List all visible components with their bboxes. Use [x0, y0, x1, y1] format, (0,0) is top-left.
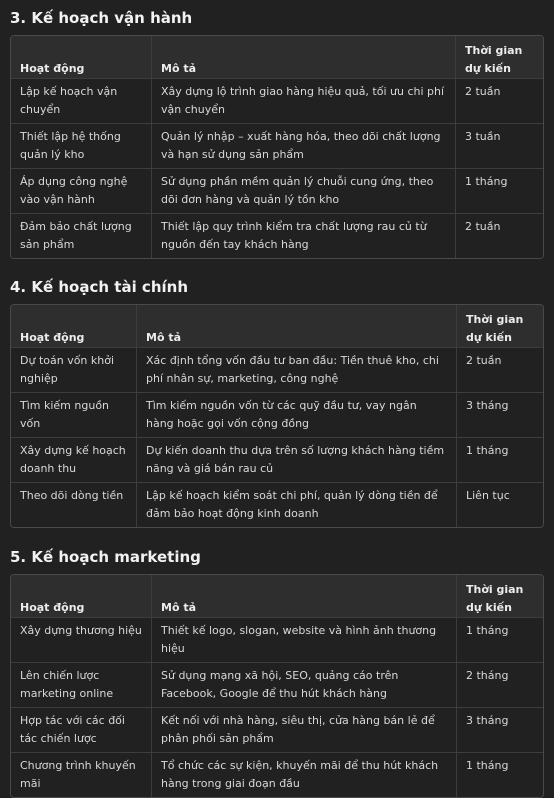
table-cell: 2 tuần: [457, 348, 543, 393]
table-cell: Sử dụng mạng xã hội, SEO, quảng cáo trên…: [152, 663, 457, 708]
column-header: Thời gian dự kiến: [456, 36, 543, 79]
table-cell: 1 tháng: [456, 169, 543, 214]
table-cell: Lên chiến lược marketing online: [11, 663, 152, 708]
table-cell: Liên tục: [457, 483, 543, 527]
table-cell: Áp dụng công nghệ vào vận hành: [11, 169, 152, 214]
table-header-row: Hoạt động Mô tả Thời gian dự kiến: [11, 575, 543, 618]
table-cell: Sử dụng phần mềm quản lý chuỗi cung ứng,…: [152, 169, 456, 214]
column-header: Hoạt động: [11, 36, 152, 79]
table-cell: 3 tuần: [456, 124, 543, 169]
table-cell: Xây dựng lộ trình giao hàng hiệu quả, tố…: [152, 79, 456, 124]
table-row: Theo dõi dòng tiền Lập kế hoạch kiểm soá…: [11, 483, 543, 527]
table-cell: Xây dựng kế hoạch doanh thu: [11, 438, 137, 483]
table-cell: Hợp tác với các đối tác chiến lược: [11, 708, 152, 753]
table-row: Xây dựng kế hoạch doanh thu Dự kiến doan…: [11, 438, 543, 483]
table-row: Lên chiến lược marketing online Sử dụng …: [11, 663, 543, 708]
column-header: Mô tả: [137, 305, 457, 348]
table-cell: Dự toán vốn khởi nghiệp: [11, 348, 137, 393]
table-cell: Xác định tổng vốn đầu tư ban đầu: Tiền t…: [137, 348, 457, 393]
table-cell: Quản lý nhập – xuất hàng hóa, theo dõi c…: [152, 124, 456, 169]
table-cell: 3 tháng: [457, 708, 543, 753]
table-header-row: Hoạt động Mô tả Thời gian dự kiến: [11, 36, 543, 79]
column-header: Thời gian dự kiến: [457, 575, 543, 618]
financial-plan-table: Hoạt động Mô tả Thời gian dự kiến Dự toá…: [10, 304, 544, 528]
marketing-plan-table: Hoạt động Mô tả Thời gian dự kiến Xây dự…: [10, 574, 544, 798]
table-cell: 3 tháng: [457, 393, 543, 438]
table-cell: Dự kiến doanh thu dựa trên số lượng khác…: [137, 438, 457, 483]
document: 3. Kế hoạch vận hành Hoạt động Mô tả Thờ…: [0, 0, 554, 798]
column-header: Mô tả: [152, 36, 456, 79]
section-title: 3. Kế hoạch vận hành: [10, 9, 193, 27]
table-cell: 2 tuần: [456, 79, 543, 124]
table-cell: 1 tháng: [457, 753, 543, 797]
column-header: Hoạt động: [11, 305, 137, 348]
table-cell: Lập kế hoạch vận chuyển: [11, 79, 152, 124]
table-row: Hợp tác với các đối tác chiến lược Kết n…: [11, 708, 543, 753]
table-cell: 1 tháng: [457, 618, 543, 663]
column-header: Thời gian dự kiến: [457, 305, 543, 348]
table-cell: Chương trình khuyến mãi: [11, 753, 152, 797]
column-header: Hoạt động: [11, 575, 152, 618]
table-cell: Thiết lập hệ thống quản lý kho: [11, 124, 152, 169]
table-cell: 2 tuần: [456, 214, 543, 258]
table-cell: Xây dựng thương hiệu: [11, 618, 152, 663]
table-row: Thiết lập hệ thống quản lý kho Quản lý n…: [11, 124, 543, 169]
table-cell: Đảm bảo chất lượng sản phẩm: [11, 214, 152, 258]
section-title: 5. Kế hoạch marketing: [10, 548, 201, 566]
section-title: 4. Kế hoạch tài chính: [10, 278, 189, 296]
table-cell: 1 tháng: [457, 438, 543, 483]
table-cell: Thiết lập quy trình kiểm tra chất lượng …: [152, 214, 456, 258]
operations-plan-table: Hoạt động Mô tả Thời gian dự kiến Lập kế…: [10, 35, 544, 259]
column-header: Mô tả: [152, 575, 457, 618]
table-row: Xây dựng thương hiệu Thiết kế logo, slog…: [11, 618, 543, 663]
table-cell: Theo dõi dòng tiền: [11, 483, 137, 527]
table-cell: Kết nối với nhà hàng, siêu thị, cửa hàng…: [152, 708, 457, 753]
table-header-row: Hoạt động Mô tả Thời gian dự kiến: [11, 305, 543, 348]
table-cell: Tổ chức các sự kiện, khuyến mãi để thu h…: [152, 753, 457, 797]
table-cell: 2 tháng: [457, 663, 543, 708]
table-cell: Tìm kiếm nguồn vốn: [11, 393, 137, 438]
table-row: Tìm kiếm nguồn vốn Tìm kiếm nguồn vốn từ…: [11, 393, 543, 438]
table-cell: Lập kế hoạch kiểm soát chi phí, quản lý …: [137, 483, 457, 527]
table-row: Đảm bảo chất lượng sản phẩm Thiết lập qu…: [11, 214, 543, 258]
table-row: Áp dụng công nghệ vào vận hành Sử dụng p…: [11, 169, 543, 214]
table-row: Dự toán vốn khởi nghiệp Xác định tổng vố…: [11, 348, 543, 393]
table-row: Lập kế hoạch vận chuyển Xây dựng lộ trìn…: [11, 79, 543, 124]
table-row: Chương trình khuyến mãi Tổ chức các sự k…: [11, 753, 543, 797]
table-cell: Tìm kiếm nguồn vốn từ các quỹ đầu tư, va…: [137, 393, 457, 438]
table-cell: Thiết kế logo, slogan, website và hình ả…: [152, 618, 457, 663]
